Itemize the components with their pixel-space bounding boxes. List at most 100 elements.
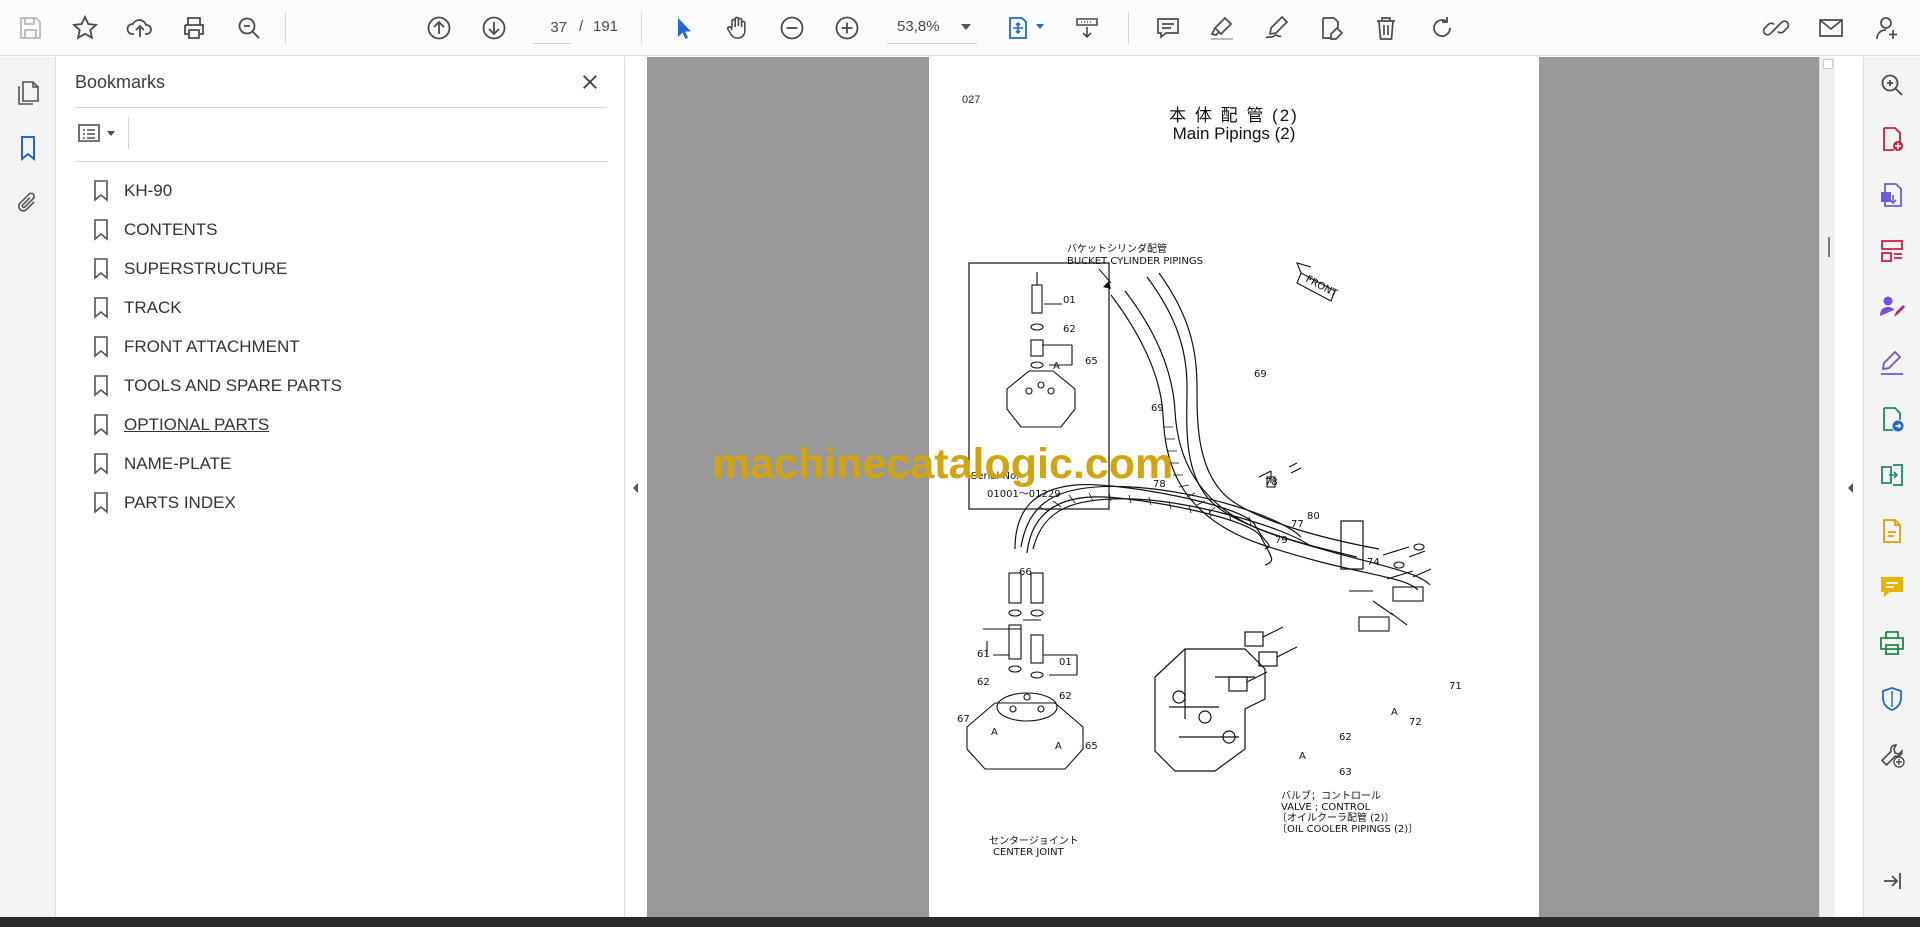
close-icon[interactable] xyxy=(577,69,603,95)
part-67: 67 xyxy=(957,714,970,725)
convert-pdf-icon[interactable] xyxy=(1876,403,1908,435)
panel-title: Bookmarks xyxy=(75,72,166,92)
page-separator: / xyxy=(579,18,584,35)
scroll-position-marker xyxy=(1828,237,1830,257)
zoom-out-icon[interactable] xyxy=(774,10,810,46)
page-down-icon[interactable] xyxy=(476,10,512,46)
part-74: 74 xyxy=(1367,557,1380,568)
watermark-text: machinecatalogic.com xyxy=(712,440,1174,488)
organize-pages-icon[interactable] xyxy=(1876,235,1908,267)
bookmark-flag-icon xyxy=(94,374,108,397)
bucket-label-en: BUCKET CYLINDER PIPINGS xyxy=(1067,256,1203,267)
request-sign-icon[interactable] xyxy=(1876,291,1908,323)
acrobat-window: / 191 53,8% xyxy=(0,0,1920,927)
page-number-input[interactable] xyxy=(533,12,571,44)
part-66: 66 xyxy=(1019,567,1032,578)
part-69-left: 69 xyxy=(1151,403,1164,414)
joint-label-en: CENTER JOINT xyxy=(993,847,1065,858)
highlight-icon[interactable] xyxy=(1204,10,1240,46)
chevron-down-icon xyxy=(961,24,971,30)
bookmark-flag-icon xyxy=(94,413,108,436)
pages-icon[interactable] xyxy=(10,75,46,111)
fit-page-icon[interactable] xyxy=(1000,10,1036,46)
bookmark-item[interactable]: FRONT ATTACHMENT xyxy=(93,327,613,366)
bookmark-list: KH-90 CONTENTS SUPERSTRUCTURE TRACK FRONT AT… xyxy=(93,171,613,522)
print-icon[interactable] xyxy=(176,10,212,46)
sign-icon[interactable] xyxy=(1259,10,1295,46)
more-tools-icon[interactable] xyxy=(1876,739,1908,771)
bookmark-item[interactable]: KH-90 xyxy=(93,171,613,210)
left-navigation-rail xyxy=(0,57,56,917)
bookmark-flag-icon xyxy=(94,218,108,241)
bookmark-label: OPTIONAL PARTS xyxy=(124,414,270,434)
hand-icon[interactable] xyxy=(719,10,755,46)
part-63: 63 xyxy=(1339,767,1352,778)
share-link-icon[interactable] xyxy=(1758,10,1794,46)
part-62-right: 62 xyxy=(1059,691,1072,702)
search-zoom-icon[interactable] xyxy=(1876,69,1908,101)
edit-doc-icon[interactable] xyxy=(1876,515,1908,547)
combine-files-icon[interactable] xyxy=(1876,459,1908,491)
bookmark-flag-icon xyxy=(94,452,108,475)
bookmark-item[interactable]: PARTS INDEX xyxy=(93,483,613,522)
part-69-right: 69 xyxy=(1254,369,1267,380)
save-icon[interactable] xyxy=(12,10,48,46)
zoom-value: 53,8% xyxy=(897,18,940,35)
bookmark-label: NAME-PLATE xyxy=(124,453,232,473)
part-72: 72 xyxy=(1409,717,1422,728)
part-01-inset: 01 xyxy=(1063,295,1076,306)
collapse-right-panel-icon[interactable] xyxy=(1843,480,1859,496)
expand-panel-icon[interactable] xyxy=(1876,865,1908,897)
page-up-icon[interactable] xyxy=(421,10,457,46)
scroll-mode-icon[interactable] xyxy=(1069,10,1105,46)
bookmark-options-button[interactable] xyxy=(75,117,119,149)
delete-icon[interactable] xyxy=(1368,10,1404,46)
bookmark-flag-icon xyxy=(94,491,108,514)
comment-tool-icon[interactable] xyxy=(1876,571,1908,603)
joint-label-jp: センタージョイント xyxy=(989,835,1079,847)
mail-icon[interactable] xyxy=(1813,10,1849,46)
upload-icon[interactable] xyxy=(122,10,158,46)
bookmark-flag-icon xyxy=(94,179,108,202)
bookmark-label: PARTS INDEX xyxy=(124,492,236,512)
fill-sign-icon[interactable] xyxy=(1876,347,1908,379)
chevron-down-icon xyxy=(107,130,115,136)
zoom-search-icon[interactable] xyxy=(231,10,267,46)
cooler-label-jp: 〔オイルクーラ配管 (2)〕 xyxy=(1277,811,1394,824)
attachment-icon[interactable] xyxy=(10,185,46,221)
comment-icon[interactable] xyxy=(1150,10,1186,46)
collapse-left-panel-icon[interactable] xyxy=(628,480,644,496)
account-icon[interactable] xyxy=(1870,10,1906,46)
protect-icon[interactable] xyxy=(1876,683,1908,715)
scrollbar-thumb[interactable] xyxy=(1823,59,1833,69)
bookmark-label: KH-90 xyxy=(124,180,173,200)
bookmark-label: FRONT ATTACHMENT xyxy=(124,336,300,356)
bookmark-item[interactable]: CONTENTS xyxy=(93,210,613,249)
bookmark-label: CONTENTS xyxy=(124,219,218,239)
bookmark-item[interactable]: SUPERSTRUCTURE xyxy=(93,249,613,288)
bookmark-item[interactable]: OPTIONAL PARTS xyxy=(93,405,613,444)
zoom-dropdown[interactable]: 53,8% xyxy=(887,12,977,44)
edit-pdf-icon[interactable] xyxy=(1314,10,1350,46)
bookmark-item[interactable]: TOOLS AND SPARE PARTS xyxy=(93,366,613,405)
bookmark-icon[interactable] xyxy=(10,130,46,166)
part-65: 65 xyxy=(1085,741,1098,752)
bookmark-item[interactable]: TRACK xyxy=(93,288,613,327)
tools-rail xyxy=(1863,57,1920,917)
vertical-scrollbar[interactable] xyxy=(1819,57,1835,917)
bookmark-flag-icon xyxy=(94,296,108,319)
rotate-icon[interactable] xyxy=(1424,10,1460,46)
zoom-in-icon[interactable] xyxy=(829,10,865,46)
bookmark-label: TRACK xyxy=(124,297,182,317)
part-a-joint: A xyxy=(1055,741,1062,752)
valve-label-jp: バルブ；コントロール xyxy=(1281,789,1381,802)
fit-page-caret[interactable] xyxy=(1036,24,1044,29)
select-cursor-icon[interactable] xyxy=(665,10,701,46)
list-options-icon xyxy=(78,124,100,142)
parts-diagram: バケットシリンダ配管 BUCKET CYLINDER PIPINGS FRONT… xyxy=(957,242,1462,858)
export-pdf-icon[interactable] xyxy=(1876,123,1908,155)
scan-icon[interactable] xyxy=(1876,627,1908,659)
create-pdf-icon[interactable] xyxy=(1876,179,1908,211)
star-icon[interactable] xyxy=(67,10,103,46)
bookmark-item[interactable]: NAME-PLATE xyxy=(93,444,613,483)
